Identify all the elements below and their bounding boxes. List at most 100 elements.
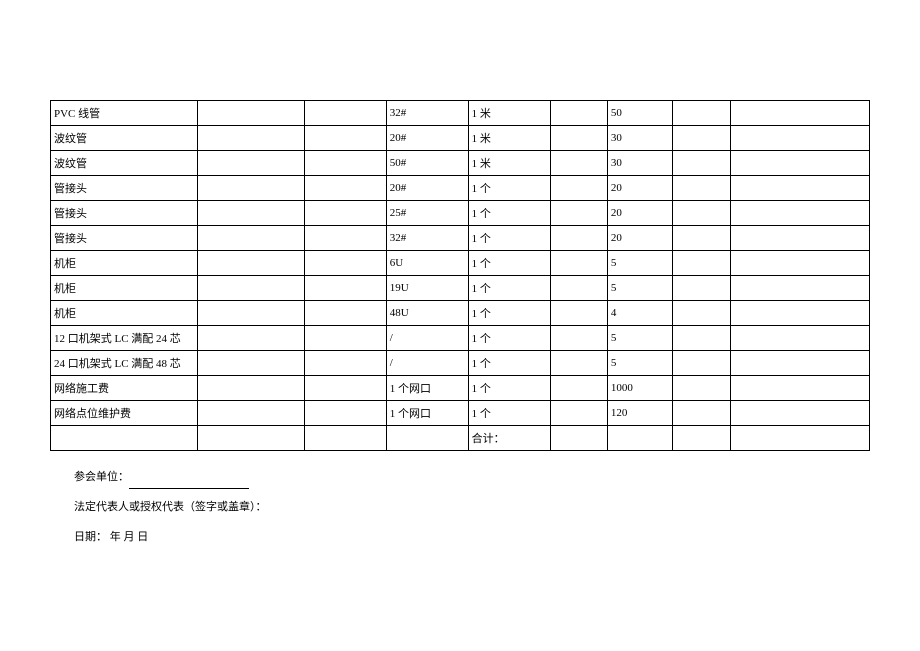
table-cell: 20 xyxy=(607,201,673,226)
table-row: 机柜19U1 个5 xyxy=(51,276,870,301)
table-cell xyxy=(673,301,730,326)
table-cell xyxy=(673,101,730,126)
table-row: 合计： xyxy=(51,426,870,451)
table-cell xyxy=(550,426,607,451)
table-row: 管接头25#1 个20 xyxy=(51,201,870,226)
table-cell xyxy=(730,401,869,426)
table-cell xyxy=(673,276,730,301)
table-cell: 32# xyxy=(386,101,468,126)
table-cell xyxy=(730,351,869,376)
table-row: 管接头32#1 个20 xyxy=(51,226,870,251)
table-cell xyxy=(550,226,607,251)
table-cell: 网络点位维护费 xyxy=(51,401,198,426)
table-cell xyxy=(198,376,304,401)
footer-block: 参会单位： 法定代表人或授权代表（签字或盖章）： 日期： 年 月 日 xyxy=(74,465,870,550)
table-cell xyxy=(673,401,730,426)
table-cell xyxy=(304,251,386,276)
table-cell xyxy=(304,301,386,326)
table-cell xyxy=(730,301,869,326)
table-cell xyxy=(673,426,730,451)
table-cell xyxy=(673,176,730,201)
table-cell xyxy=(386,426,468,451)
table-cell: 1 个网口 xyxy=(386,376,468,401)
table-cell: 19U xyxy=(386,276,468,301)
table-cell xyxy=(673,201,730,226)
representative-line: 法定代表人或授权代表（签字或盖章）： xyxy=(74,495,870,519)
table-cell: 1 米 xyxy=(468,126,550,151)
table-cell xyxy=(304,126,386,151)
participant-line: 参会单位： xyxy=(74,465,870,489)
table-cell xyxy=(673,251,730,276)
table-cell: 20# xyxy=(386,176,468,201)
table-cell xyxy=(673,151,730,176)
price-table: PVC 线管32#1 米50波纹管20#1 米30波纹管50#1 米30管接头2… xyxy=(50,100,870,451)
table-cell: 24 口机架式 LC 满配 48 芯 xyxy=(51,351,198,376)
table-row: 波纹管20#1 米30 xyxy=(51,126,870,151)
table-cell xyxy=(550,201,607,226)
table-cell xyxy=(198,326,304,351)
table-cell xyxy=(673,126,730,151)
table-cell xyxy=(550,251,607,276)
table-cell xyxy=(730,201,869,226)
table-body: PVC 线管32#1 米50波纹管20#1 米30波纹管50#1 米30管接头2… xyxy=(51,101,870,451)
table-cell xyxy=(304,151,386,176)
table-cell xyxy=(550,126,607,151)
table-cell xyxy=(198,301,304,326)
table-cell: 1 个网口 xyxy=(386,401,468,426)
table-cell xyxy=(550,151,607,176)
table-cell: 1 个 xyxy=(468,251,550,276)
table-cell xyxy=(304,101,386,126)
participant-underline xyxy=(129,488,249,489)
table-row: 机柜 6U1 个 5 xyxy=(51,251,870,276)
table-cell: 管接头 xyxy=(51,176,198,201)
table-cell: / xyxy=(386,351,468,376)
table-row: 波纹管50#1 米30 xyxy=(51,151,870,176)
table-cell xyxy=(198,251,304,276)
table-cell: 网络施工费 xyxy=(51,376,198,401)
table-cell xyxy=(304,276,386,301)
table-cell xyxy=(550,351,607,376)
table-cell: / xyxy=(386,326,468,351)
table-cell: 机柜 xyxy=(51,301,198,326)
table-cell xyxy=(198,226,304,251)
table-cell xyxy=(673,376,730,401)
table-cell xyxy=(198,176,304,201)
table-cell xyxy=(198,401,304,426)
table-row: 24 口机架式 LC 满配 48 芯/1 个5 xyxy=(51,351,870,376)
table-cell xyxy=(730,251,869,276)
table-cell xyxy=(550,101,607,126)
table-cell: 1 米 xyxy=(468,151,550,176)
table-cell: 32# xyxy=(386,226,468,251)
table-row: 网络施工费1 个网口1 个1000 xyxy=(51,376,870,401)
table-cell: 30 xyxy=(607,151,673,176)
table-cell xyxy=(730,326,869,351)
table-cell: 20 xyxy=(607,226,673,251)
table-cell: 6U xyxy=(386,251,468,276)
table-cell xyxy=(304,401,386,426)
table-cell xyxy=(550,401,607,426)
table-cell xyxy=(730,376,869,401)
table-cell: 30 xyxy=(607,126,673,151)
table-cell xyxy=(730,176,869,201)
table-cell: 管接头 xyxy=(51,226,198,251)
table-cell xyxy=(673,351,730,376)
table-cell xyxy=(304,226,386,251)
table-cell: 1 个 xyxy=(468,326,550,351)
table-cell: 120 xyxy=(607,401,673,426)
table-cell: 波纹管 xyxy=(51,126,198,151)
table-cell xyxy=(198,201,304,226)
table-cell: 机柜 xyxy=(51,251,198,276)
table-cell xyxy=(304,326,386,351)
table-cell xyxy=(198,101,304,126)
table-cell xyxy=(51,426,198,451)
participant-label: 参会单位： xyxy=(74,471,129,483)
table-cell xyxy=(304,376,386,401)
table-cell xyxy=(550,276,607,301)
table-cell xyxy=(730,226,869,251)
table-cell: 波纹管 xyxy=(51,151,198,176)
table-cell xyxy=(550,326,607,351)
table-cell: 5 xyxy=(607,351,673,376)
table-cell: 5 xyxy=(607,251,673,276)
table-row: 12 口机架式 LC 满配 24 芯/1 个5 xyxy=(51,326,870,351)
table-cell xyxy=(550,376,607,401)
